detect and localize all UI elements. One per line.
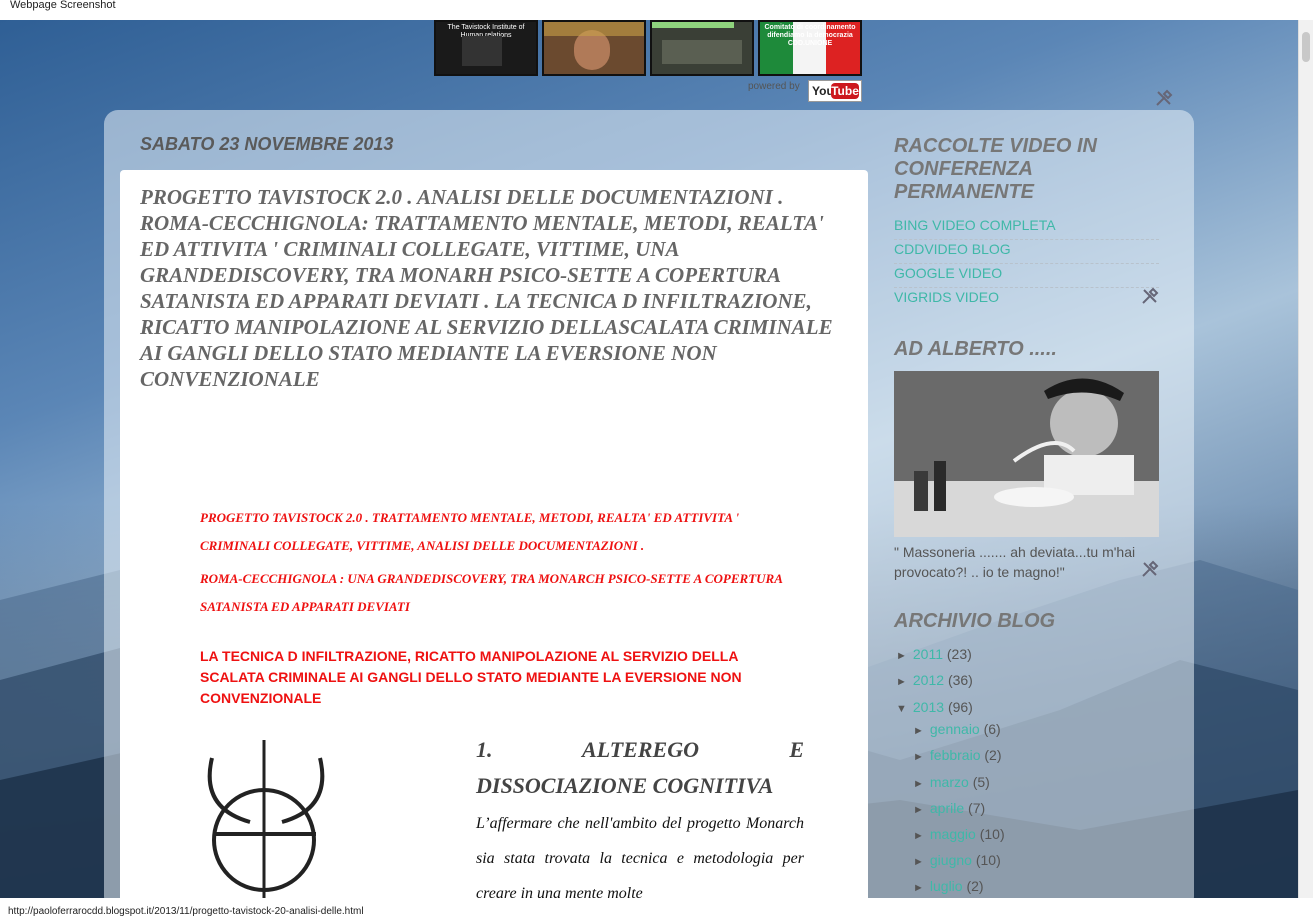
archive-item-maggio[interactable]: ► maggio (10): [913, 826, 1005, 842]
scrollbar-thumb[interactable]: [1302, 32, 1310, 62]
post-date-header: SABATO 23 NOVEMBRE 2013: [140, 134, 394, 154]
ad-alberto-heading: AD ALBERTO .....: [894, 338, 1057, 360]
archive-item-2011[interactable]: ► 2011 (23): [896, 646, 972, 662]
triangle-right-icon[interactable]: ►: [913, 856, 924, 868]
window-titlebar: Webpage Screenshot: [0, 0, 1313, 20]
triangle-right-icon[interactable]: ►: [913, 804, 924, 816]
red-intro-paragraph: PROGETTO TAVISTOCK 2.0 . TRATTAMENTO MEN…: [200, 510, 740, 553]
vertical-scrollbar[interactable]: [1298, 20, 1313, 898]
triangle-down-icon[interactable]: ▼: [896, 703, 907, 715]
video-strip: The Tavistock Institute of Human relatio…: [434, 20, 864, 78]
triangle-right-icon[interactable]: ►: [913, 751, 924, 763]
raccolte-video-heading: RACCOLTE VIDEO IN CONFERENZA PERMANENTE: [894, 135, 1097, 203]
archive-item-marzo[interactable]: ► marzo (5): [913, 774, 990, 790]
video-thumb[interactable]: [650, 20, 754, 76]
triangle-right-icon[interactable]: ►: [896, 650, 907, 662]
archive-item-luglio[interactable]: ► luglio (2): [913, 878, 984, 894]
video-thumb[interactable]: [542, 20, 646, 76]
triangle-right-icon[interactable]: ►: [913, 725, 924, 737]
red-intro-paragraph: ROMA-CECCHIGNOLA : UNA GRANDEDISCOVERY, …: [200, 571, 783, 614]
post-title[interactable]: PROGETTO TAVISTOCK 2.0 . ANALISI DELLE D…: [140, 184, 850, 392]
archive-item-febbraio[interactable]: ► febbraio (2): [913, 747, 1002, 763]
red-summary-paragraph: LA TECNICA D INFILTRAZIONE, RICATTO MANI…: [200, 648, 742, 706]
video-thumb[interactable]: The Tavistock Institute of Human relatio…: [434, 20, 538, 76]
triangle-right-icon[interactable]: ►: [913, 882, 924, 894]
archive-item-2013[interactable]: ▼ 2013 (96): [896, 699, 973, 715]
sidebar-link-bing-video[interactable]: BING VIDEO COMPLETA: [894, 217, 1159, 240]
sidebar-link-google-video[interactable]: GOOGLE VIDEO: [894, 265, 1159, 288]
sidebar-link-cddvideo-blog[interactable]: CDDVIDEO BLOG: [894, 241, 1159, 264]
wrench-icon[interactable]: [1141, 287, 1159, 305]
triangle-right-icon[interactable]: ►: [913, 830, 924, 842]
sidebar-link-vigrids-video[interactable]: VIGRIDS VIDEO: [894, 289, 1159, 311]
video-thumb[interactable]: Comitato di coordinamento difendiamo la …: [758, 20, 862, 76]
status-url: http://paoloferrarocdd.blogspot.it/2013/…: [8, 906, 364, 917]
section-body-text: L’affermare che nell'ambito del progetto…: [476, 815, 804, 898]
alberto-caption: " Massoneria ....... ah deviata...tu m'h…: [894, 544, 1136, 580]
archive-item-aprile[interactable]: ► aprile (7): [913, 800, 985, 816]
powered-by-label: powered by: [748, 81, 800, 92]
archive-item-gennaio[interactable]: ► gennaio (6): [913, 721, 1001, 737]
section-heading: 1. ALTEREGO E DISSOCIAZIONE COGNITIVA: [476, 737, 804, 798]
archive-item-giugno[interactable]: ► giugno (10): [913, 852, 1001, 868]
youtube-logo[interactable]: You Tube: [808, 80, 862, 102]
wrench-icon[interactable]: [1155, 89, 1173, 107]
page-viewport: The Tavistock Institute of Human relatio…: [0, 20, 1298, 898]
monarch-symbol-image: [207, 740, 325, 898]
wrench-icon[interactable]: [1141, 560, 1159, 578]
alberto-photo: [894, 371, 1159, 537]
status-bar: http://paoloferrarocdd.blogspot.it/2013/…: [0, 898, 1313, 918]
archivio-blog-heading: ARCHIVIO BLOG: [894, 610, 1056, 632]
triangle-right-icon[interactable]: ►: [896, 676, 907, 688]
archive-item-2012[interactable]: ► 2012 (36): [896, 672, 973, 688]
triangle-right-icon[interactable]: ►: [913, 778, 924, 790]
window-title: Webpage Screenshot: [10, 0, 116, 11]
